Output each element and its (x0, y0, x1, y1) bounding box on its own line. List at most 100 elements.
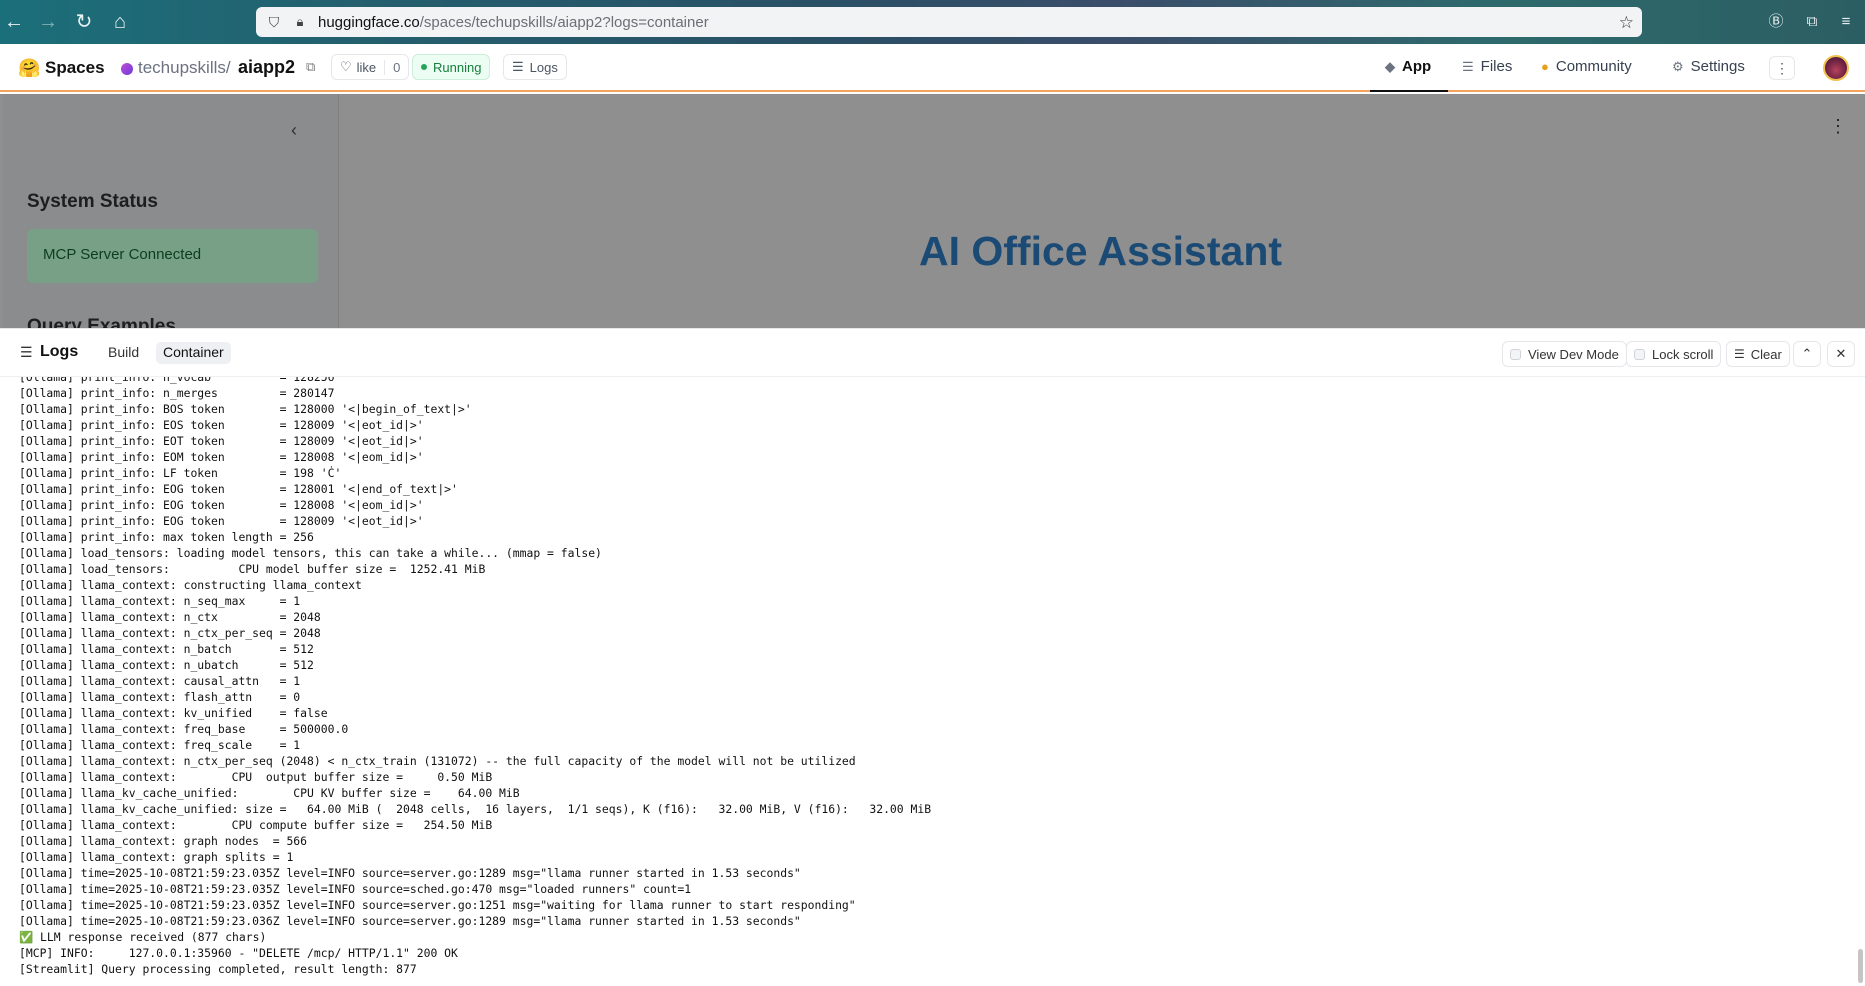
app-menu-icon[interactable]: ⋮ (1829, 116, 1847, 137)
logs-list-icon: ☰ (20, 344, 33, 360)
extension-b-icon[interactable]: Ⓑ (1766, 12, 1786, 32)
back-icon[interactable]: ← (0, 8, 28, 36)
logs-title: Logs (40, 343, 79, 360)
clear-icon: ☰ (1734, 347, 1745, 361)
more-options-button[interactable]: ⋮ (1769, 56, 1795, 80)
gear-icon: ⚙ (1672, 58, 1684, 74)
clear-button[interactable]: ☰ Clear (1726, 341, 1790, 367)
log-line: [Ollama] print_info: n_vocab = 128256 (19, 377, 335, 384)
url-host: huggingface.co (318, 13, 420, 31)
logs-icon: ☰ (512, 59, 524, 74)
dev-mode-label: View Dev Mode (1528, 346, 1619, 362)
log-line: [Ollama] print_info: EOG token = 128001 … (19, 482, 458, 496)
logs-header: ☰ Logs Build Container View Dev Mode Loc… (0, 329, 1865, 377)
view-dev-mode-button[interactable]: View Dev Mode (1502, 341, 1627, 367)
log-line: [Ollama] llama_context: n_ctx_per_seq (2… (19, 754, 856, 768)
mcp-status-text: MCP Server Connected (43, 246, 202, 263)
hugging-face-logo-icon[interactable]: 🤗 (18, 58, 40, 79)
tab-label: Settings (1690, 58, 1745, 75)
status-label: Running (433, 59, 482, 75)
scrollbar[interactable] (1858, 949, 1863, 983)
tab-label: App (1402, 58, 1432, 75)
files-icon: ☰ (1462, 58, 1474, 74)
logs-button[interactable]: ☰ Logs (503, 54, 567, 80)
expand-button[interactable]: ⌃ (1793, 341, 1821, 367)
owner-link[interactable]: techupskills/ (138, 58, 231, 78)
shield-icon[interactable]: ⛉ (266, 14, 282, 30)
log-line: [Ollama] llama_context: n_seq_max = 1 (19, 594, 301, 608)
tab-label: Files (1480, 58, 1513, 75)
log-line: [Ollama] llama_kv_cache_unified: CPU KV … (19, 786, 520, 800)
log-line: [Ollama] print_info: EOS token = 128009 … (19, 418, 424, 432)
app-preview: ‹ System Status MCP Server Connected Que… (0, 94, 1865, 328)
logs-label: Logs (529, 59, 558, 75)
chevron-up-icon: ⌃ (1801, 346, 1813, 361)
avatar[interactable] (1823, 55, 1849, 81)
log-line: [Ollama] llama_context: n_batch = 512 (19, 642, 314, 656)
log-line: [Ollama] llama_kv_cache_unified: size = … (19, 802, 932, 816)
log-line: [Ollama] time=2025-10-08T21:59:23.036Z l… (19, 914, 801, 928)
lock-icon[interactable]: 🔒︎ (292, 14, 308, 30)
space-header: 🤗 Spaces techupskills/ aiapp2 ⧉ ♡ like 0… (0, 44, 1865, 92)
spaces-link[interactable]: Spaces (45, 58, 105, 78)
log-line: [Ollama] llama_context: graph nodes = 56… (19, 834, 308, 848)
status-dot-icon (421, 64, 427, 70)
app-sidebar: ‹ System Status MCP Server Connected Que… (3, 94, 339, 328)
clear-label: Clear (1750, 346, 1782, 362)
log-line: ✅ LLM response received (877 chars) (19, 930, 267, 944)
log-line: [Ollama] llama_context: n_ctx_per_seq = … (19, 626, 321, 640)
log-line: [Ollama] time=2025-10-08T21:59:23.035Z l… (19, 898, 856, 912)
tab-app[interactable]: ◆ App (1385, 58, 1431, 75)
close-logs-button[interactable]: ✕ (1827, 341, 1855, 367)
log-line: [Ollama] load_tensors: CPU model buffer … (19, 562, 486, 576)
home-icon[interactable]: ⌂ (106, 8, 134, 36)
log-line: [Ollama] print_info: BOS token = 128000 … (19, 402, 472, 416)
app-icon: ◆ (1385, 58, 1395, 74)
log-line: [Ollama] time=2025-10-08T21:59:23.035Z l… (19, 866, 801, 880)
star-icon[interactable]: ☆ (1619, 13, 1634, 33)
status-badge[interactable]: Running (412, 54, 491, 80)
chevron-left-icon[interactable]: ‹ (291, 120, 297, 141)
log-line: [Ollama] llama_context: n_ubatch = 512 (19, 658, 314, 672)
subtab-container[interactable]: Container (156, 342, 231, 364)
log-line: [Ollama] llama_context: flash_attn = 0 (19, 690, 301, 704)
tab-community[interactable]: ● Community (1541, 58, 1632, 75)
log-lines: [Ollama] print_info: n_vocab = 128256 [Ol… (19, 377, 931, 977)
log-line: [Ollama] llama_context: graph splits = 1 (19, 850, 294, 864)
owner-avatar (121, 63, 133, 75)
logs-panel: ☰ Logs Build Container View Dev Mode Loc… (0, 328, 1865, 986)
menu-icon[interactable]: ≡ (1836, 12, 1856, 32)
community-icon: ● (1541, 59, 1549, 74)
log-line: [Ollama] print_info: EOM token = 128008 … (19, 450, 424, 464)
log-line: [Ollama] print_info: n_merges = 280147 (19, 386, 335, 400)
lock-scroll-label: Lock scroll (1652, 346, 1714, 362)
log-line: [Ollama] llama_context: constructing lla… (19, 578, 362, 592)
browser-toolbar: ← → ↻ ⌂ ⛉ 🔒︎ huggingface.co/spaces/techu… (0, 0, 1865, 44)
tab-settings[interactable]: ⚙ Settings (1672, 58, 1745, 75)
tab-files[interactable]: ☰ Files (1462, 58, 1512, 75)
url-text[interactable]: huggingface.co/spaces/techupskills/aiapp… (318, 14, 709, 31)
log-line: [MCP] INFO: 127.0.0.1:35960 - "DELETE /m… (19, 946, 458, 960)
log-line: [Ollama] print_info: EOG token = 128009 … (19, 514, 424, 528)
repo-name[interactable]: aiapp2 (238, 57, 295, 78)
path-separator: / (225, 58, 231, 77)
log-line: [Ollama] llama_context: freq_base = 5000… (19, 722, 349, 736)
copy-icon[interactable]: ⧉ (306, 59, 315, 75)
reload-icon[interactable]: ↻ (70, 8, 98, 36)
like-button[interactable]: ♡ like 0 (331, 54, 410, 80)
log-line: [Ollama] print_info: EOT token = 128009 … (19, 434, 424, 448)
dev-mode-checkbox[interactable] (1510, 348, 1521, 360)
log-line: [Ollama] llama_context: CPU compute buff… (19, 818, 493, 832)
extensions-icon[interactable]: ⧉ (1802, 12, 1822, 32)
subtab-build[interactable]: Build (101, 342, 146, 364)
address-bar[interactable]: ⛉ 🔒︎ huggingface.co/spaces/techupskills/… (256, 7, 1642, 37)
forward-icon[interactable]: → (34, 8, 62, 36)
log-line: [Streamlit] Query processing completed, … (19, 962, 417, 976)
lock-scroll-checkbox[interactable] (1634, 348, 1645, 360)
lock-scroll-button[interactable]: Lock scroll (1626, 341, 1722, 367)
log-output[interactable]: [Ollama] print_info: n_vocab = 128256 [Ol… (0, 377, 1865, 986)
heart-icon: ♡ (340, 59, 352, 74)
close-icon: ✕ (1835, 346, 1847, 361)
like-count: 0 (384, 59, 400, 75)
log-line: [Ollama] llama_context: n_ctx = 2048 (19, 610, 321, 624)
